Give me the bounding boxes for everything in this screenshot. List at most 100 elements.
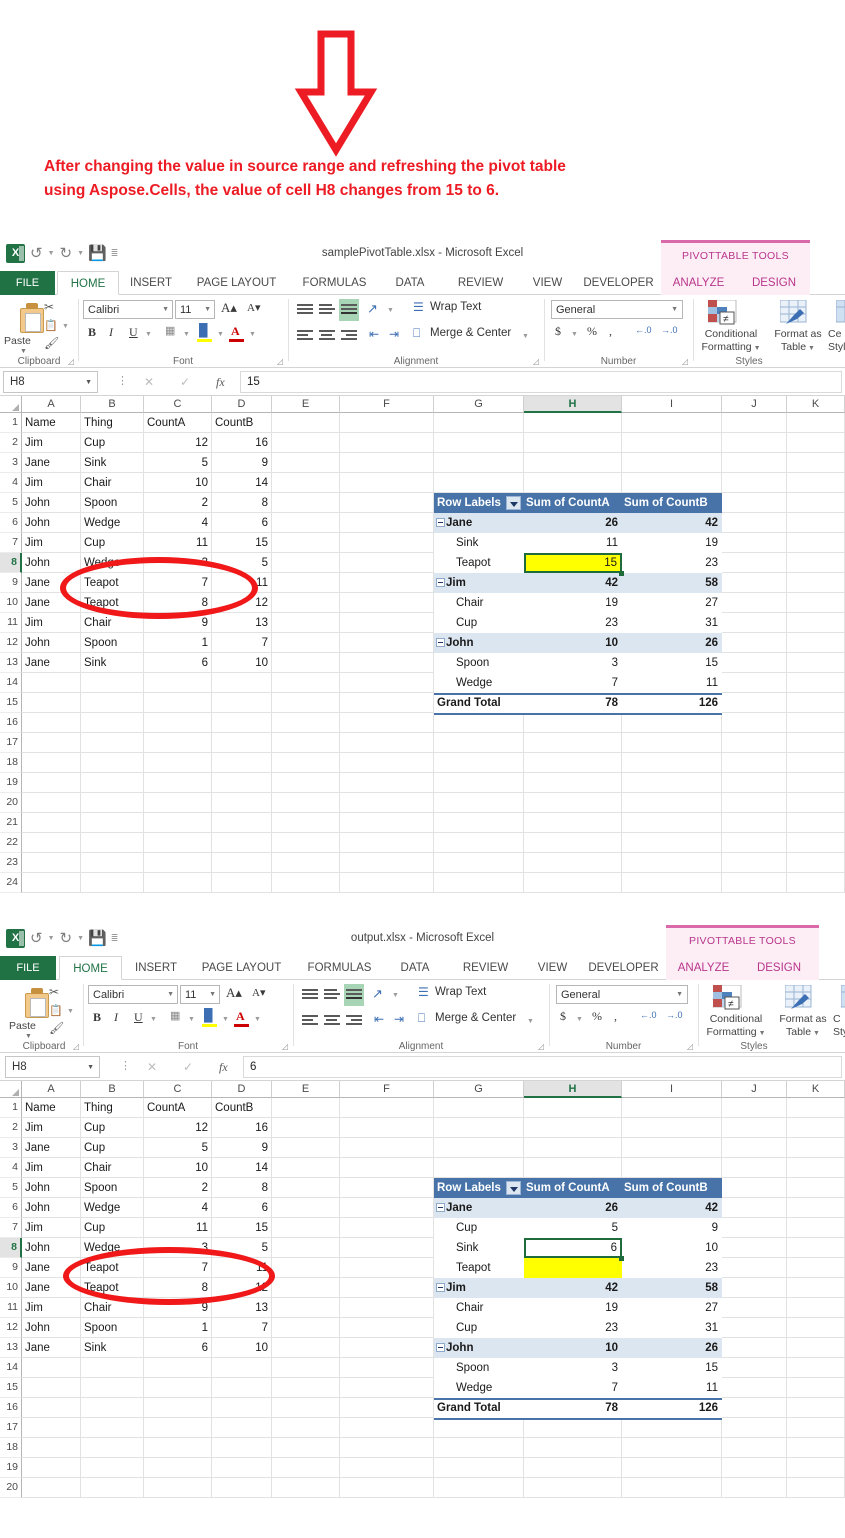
conditional-formatting-icon[interactable]: ≠ [708, 300, 738, 326]
underline-caret-icon[interactable]: ▼ [150, 1016, 157, 1023]
grid-cell[interactable] [272, 1478, 340, 1498]
currency-caret-icon[interactable]: ▼ [571, 331, 578, 338]
tab-view[interactable]: VIEW [520, 271, 575, 295]
align-bottom-button[interactable] [344, 984, 364, 1006]
enter-icon[interactable]: ✓ [183, 1060, 193, 1074]
copy-icon[interactable]: 📋 [44, 319, 58, 332]
grid-cell[interactable] [272, 793, 340, 813]
grid-cell[interactable] [212, 1438, 272, 1458]
grid-cell[interactable] [272, 1118, 340, 1138]
borders-icon[interactable]: ▦ [170, 1009, 180, 1022]
row-header-19[interactable]: 19 [0, 1458, 22, 1478]
grid-cell[interactable] [722, 1198, 787, 1218]
grid-cell[interactable] [272, 1458, 340, 1478]
grid-cell[interactable] [144, 773, 212, 793]
grid-cell[interactable] [787, 1418, 845, 1438]
grid-cell[interactable] [787, 473, 845, 493]
paste-label[interactable]: Paste [9, 1020, 36, 1032]
grid-cell[interactable] [340, 473, 434, 493]
grid-cell[interactable] [22, 753, 81, 773]
grid-cell[interactable] [524, 713, 622, 733]
grid-cell[interactable] [340, 713, 434, 733]
grid-cell[interactable] [340, 453, 434, 473]
grid-cell[interactable] [81, 773, 144, 793]
grid-cell[interactable] [434, 1138, 524, 1158]
grid-cell[interactable] [622, 833, 722, 853]
grid-cell[interactable] [787, 693, 845, 713]
grid-cell[interactable] [722, 793, 787, 813]
grid-cell[interactable] [434, 713, 524, 733]
align-center-icon[interactable] [319, 330, 335, 342]
grid-cell[interactable] [340, 1318, 434, 1338]
grid-cell[interactable] [340, 1258, 434, 1278]
grid-cell[interactable] [340, 633, 434, 653]
grid-cell[interactable] [81, 1418, 144, 1438]
grid-cell[interactable] [212, 693, 272, 713]
conditional-formatting-label[interactable]: Conditional Formatting ▼ [698, 328, 764, 355]
grid-cell[interactable] [787, 613, 845, 633]
grid-cell[interactable] [524, 873, 622, 893]
grid-cell[interactable] [272, 1158, 340, 1178]
grid-cell[interactable] [272, 553, 340, 573]
currency-icon[interactable]: $ [560, 1009, 566, 1024]
grid-cell[interactable] [622, 713, 722, 733]
italic-button[interactable]: I [114, 1010, 118, 1025]
grid-cell[interactable] [22, 1418, 81, 1438]
grid-cell[interactable] [722, 1258, 787, 1278]
row-header-7[interactable]: 7 [0, 533, 22, 553]
grid-cell[interactable] [787, 1478, 845, 1498]
grid-cell[interactable] [212, 1398, 272, 1418]
fill-color-caret-icon[interactable]: ▼ [217, 331, 224, 338]
grid-cell[interactable] [434, 1438, 524, 1458]
grid-cell[interactable] [212, 753, 272, 773]
grid-cell[interactable] [722, 693, 787, 713]
grid-cell[interactable] [340, 513, 434, 533]
grid-cell[interactable] [81, 833, 144, 853]
formula-input[interactable]: 6 [243, 1056, 842, 1078]
grid-cell[interactable] [81, 853, 144, 873]
underline-caret-icon[interactable]: ▼ [145, 331, 152, 338]
grid-cell[interactable] [722, 1478, 787, 1498]
row-header-6[interactable]: 6 [0, 513, 22, 533]
row-header-23[interactable]: 23 [0, 853, 22, 873]
format-painter-icon[interactable]: 🖌 [44, 336, 59, 350]
grid-cell[interactable] [722, 1418, 787, 1438]
decrease-font-size-icon[interactable]: A▾ [252, 986, 265, 999]
row-header-2[interactable]: 2 [0, 1118, 22, 1138]
font-name-input[interactable]: Calibri▼ [88, 985, 178, 1004]
number-dialog-launcher[interactable]: ◿ [687, 1042, 693, 1051]
cell-styles-label[interactable]: C Sty [833, 1013, 845, 1039]
grid-cell[interactable] [340, 1358, 434, 1378]
grid-cell[interactable] [722, 813, 787, 833]
grid-cell[interactable] [81, 1478, 144, 1498]
grid-cell[interactable] [434, 433, 524, 453]
grid-cell[interactable] [272, 1218, 340, 1238]
font-dialog-launcher[interactable]: ◿ [282, 1042, 288, 1051]
column-header-I[interactable]: I [622, 396, 722, 413]
row-header-3[interactable]: 3 [0, 453, 22, 473]
tab-view[interactable]: VIEW [525, 956, 580, 980]
column-header-B[interactable]: B [81, 1081, 144, 1098]
grid-cell[interactable] [144, 793, 212, 813]
merge-center-icon[interactable]: ⎕ [413, 326, 420, 341]
grid-cell[interactable] [212, 793, 272, 813]
decrease-indent-icon[interactable]: ⇤ [369, 327, 379, 341]
grid-cell[interactable] [787, 513, 845, 533]
cancel-icon[interactable]: ✕ [147, 1060, 157, 1074]
grid-cell[interactable] [22, 1458, 81, 1478]
insert-function-icon[interactable]: fx [219, 1060, 228, 1075]
grid-cell[interactable] [787, 1178, 845, 1198]
grid-cell[interactable] [722, 1138, 787, 1158]
row-header-2[interactable]: 2 [0, 433, 22, 453]
grid-cell[interactable] [340, 573, 434, 593]
grid-cell[interactable] [340, 493, 434, 513]
grid-cell[interactable] [524, 473, 622, 493]
conditional-formatting-icon[interactable]: ≠ [713, 985, 743, 1011]
grid-cell[interactable] [787, 813, 845, 833]
grid-cell[interactable] [787, 773, 845, 793]
align-top-icon[interactable] [297, 304, 313, 316]
grid-cell[interactable] [144, 1458, 212, 1478]
grid-cell[interactable] [722, 1458, 787, 1478]
grid-cell[interactable] [524, 1158, 622, 1178]
row-header-21[interactable]: 21 [0, 813, 22, 833]
